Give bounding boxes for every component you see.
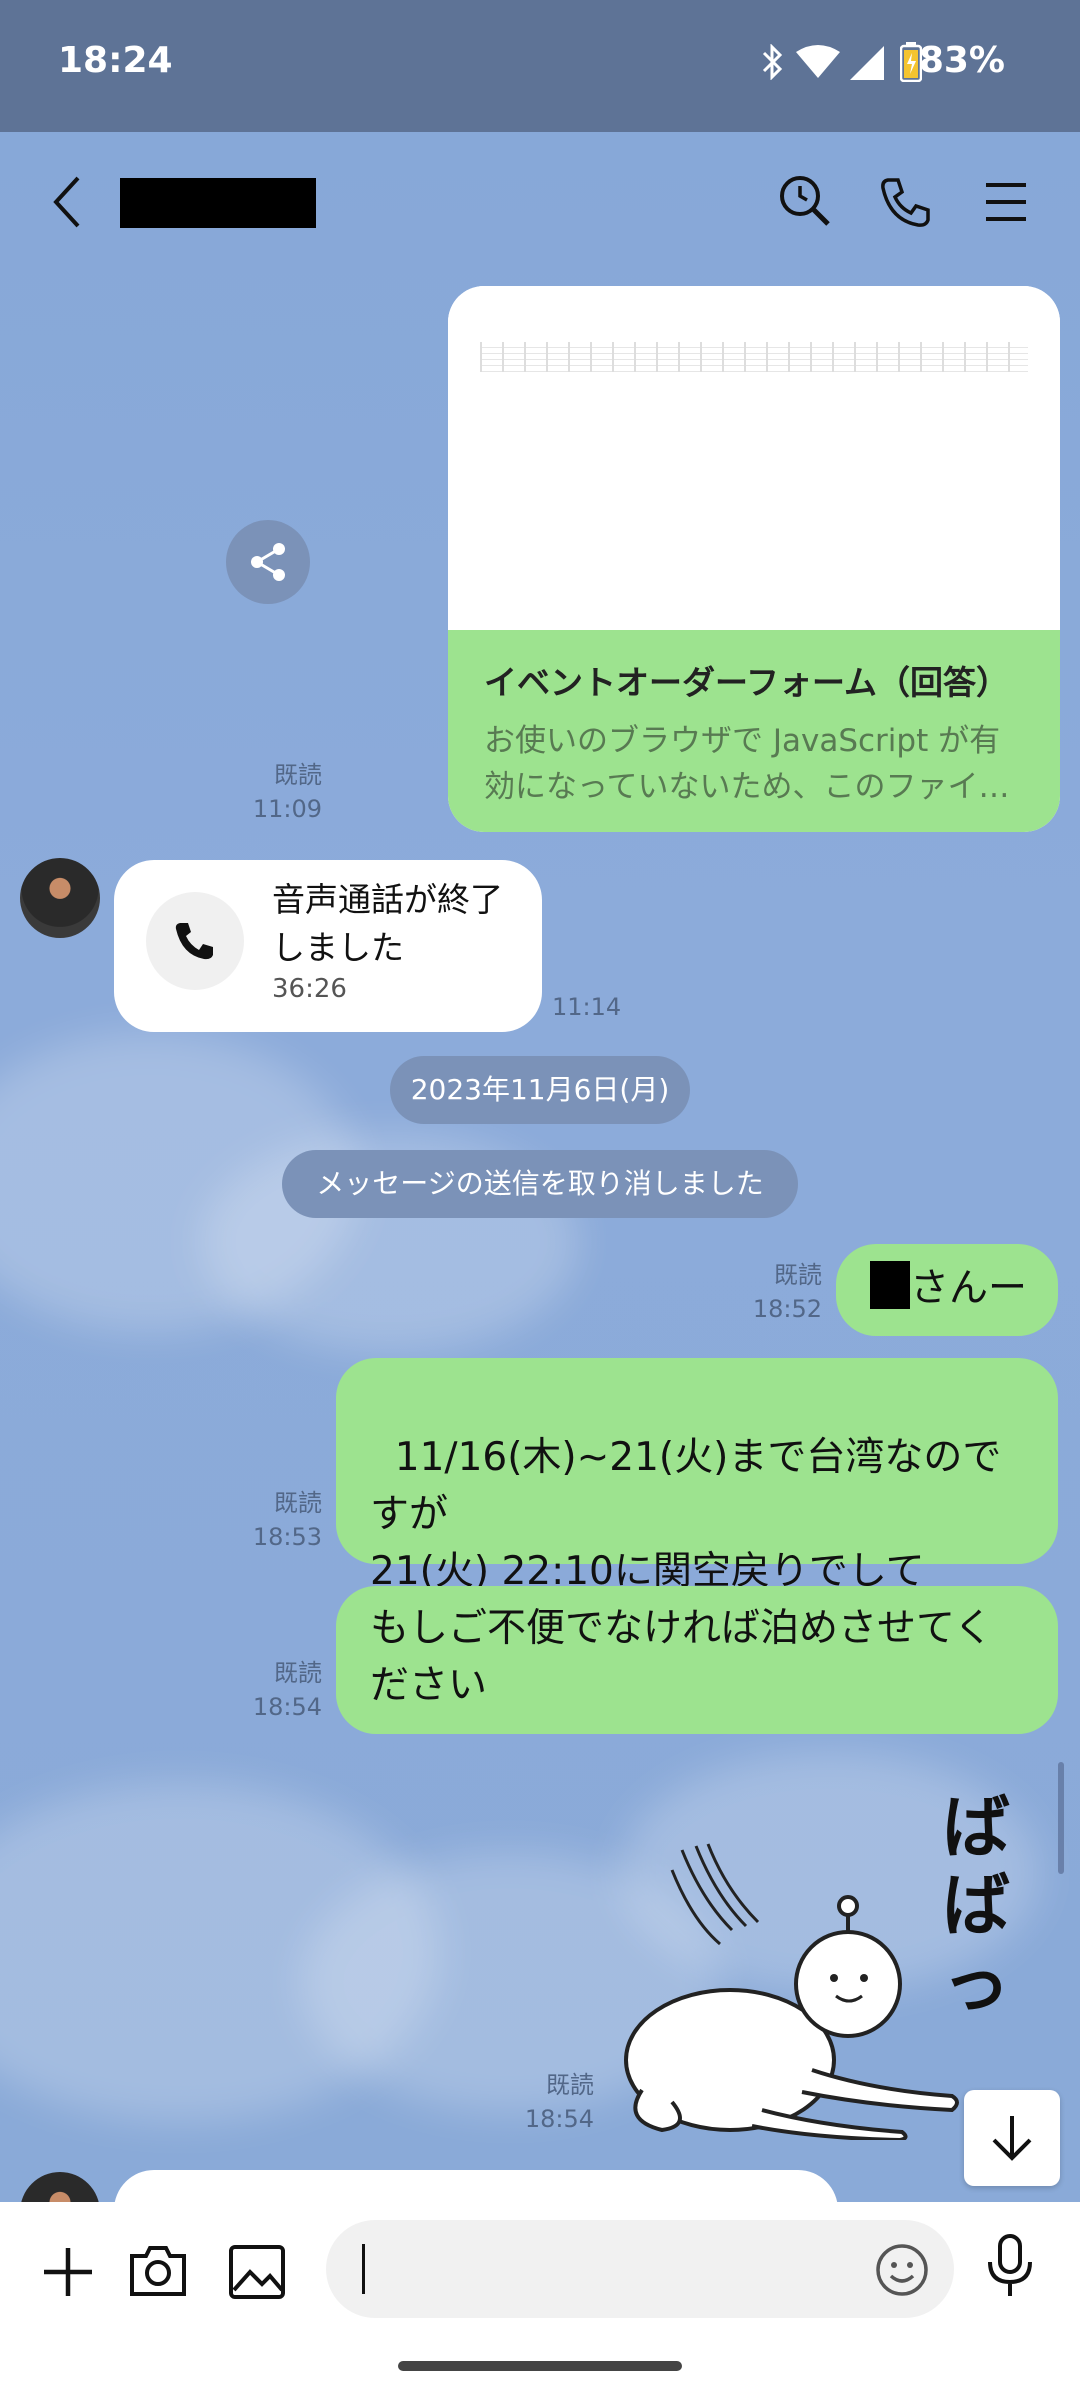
message-input[interactable] [326,2220,954,2318]
message-text-field[interactable] [370,2240,834,2300]
home-indicator[interactable] [398,2361,682,2371]
link-description: お使いのブラウザで JavaScript が有効になっていないため、このファイ… [484,723,1010,805]
read-receipt: 既読 18:54 [524,2071,594,2133]
image-icon [229,2245,285,2299]
message-text: さんー [910,1266,1028,1311]
read-receipt: 既読 11:09 [252,761,322,823]
link-thumbnail [448,286,1060,630]
scroll-to-bottom-button[interactable] [964,2090,1060,2186]
message-bubble[interactable]: 11/16(木)~21(火)まで台湾なのですが 21(火) 22:10に関空戻り… [336,1358,1058,1594]
date-divider: 2023年11月6日(月) [390,1056,690,1124]
voice-button[interactable] [986,2234,1034,2302]
message-time: 11:14 [552,993,622,1021]
link-title: イベントオーダーフォーム（回答） [484,663,1010,702]
gallery-button[interactable] [228,2244,286,2304]
message-text: 11/16(木)~21(火)まで台湾なのですが 21(火) 22:10に関空戻り… [370,1435,1002,1594]
chat-name-redacted [120,178,316,228]
phone-icon [880,176,932,228]
call-button[interactable] [880,176,932,228]
camera-button[interactable] [128,2242,188,2302]
menu-icon [984,182,1028,222]
wifi-icon [796,44,840,84]
message-text: もしご不便でなければ泊めさせてください [370,1606,993,1708]
chevron-left-icon [50,174,86,230]
menu-button[interactable] [984,182,1028,222]
arrow-down-icon [992,2116,1032,2161]
battery-percent: 83% [918,40,1005,81]
status-bar: 18:24 83% [0,0,1080,132]
message-bubble[interactable]: もしご不便でなければ泊めさせてください [336,1586,1058,1734]
plus-icon [44,2248,92,2296]
emoji-icon[interactable] [874,2242,930,2298]
camera-icon [130,2246,186,2296]
text-cursor [362,2244,365,2294]
read-receipt: 既読 18:52 [752,1261,822,1323]
read-receipt: 既読 18:54 [252,1659,322,1721]
scrollbar[interactable] [1058,1762,1064,1874]
read-receipt: 既読 18:53 [252,1489,322,1551]
system-message: メッセージの送信を取り消しました [282,1150,798,1218]
microphone-icon [988,2234,1032,2296]
message-bubble[interactable]: さんー [836,1244,1058,1336]
status-time: 18:24 [58,40,173,81]
share-button[interactable] [226,520,310,604]
cell-signal-icon [850,46,884,84]
search-icon [778,174,832,228]
call-duration: 36:26 [272,974,347,1004]
phone-icon [146,892,244,990]
bluetooth-icon [760,43,784,84]
call-title: 音声通話が終了しました [272,880,503,967]
add-button[interactable] [40,2244,96,2304]
link-preview-card[interactable]: イベントオーダーフォーム（回答） お使いのブラウザで JavaScript が有… [448,286,1060,832]
sticker[interactable]: ばばっ [612,1780,1032,2140]
back-button[interactable] [50,174,86,230]
search-button[interactable] [778,174,832,228]
avatar[interactable] [20,858,100,938]
share-icon [247,541,289,587]
call-bubble[interactable]: 音声通話が終了しました 36:26 [114,860,542,1032]
redacted-name [870,1261,910,1309]
